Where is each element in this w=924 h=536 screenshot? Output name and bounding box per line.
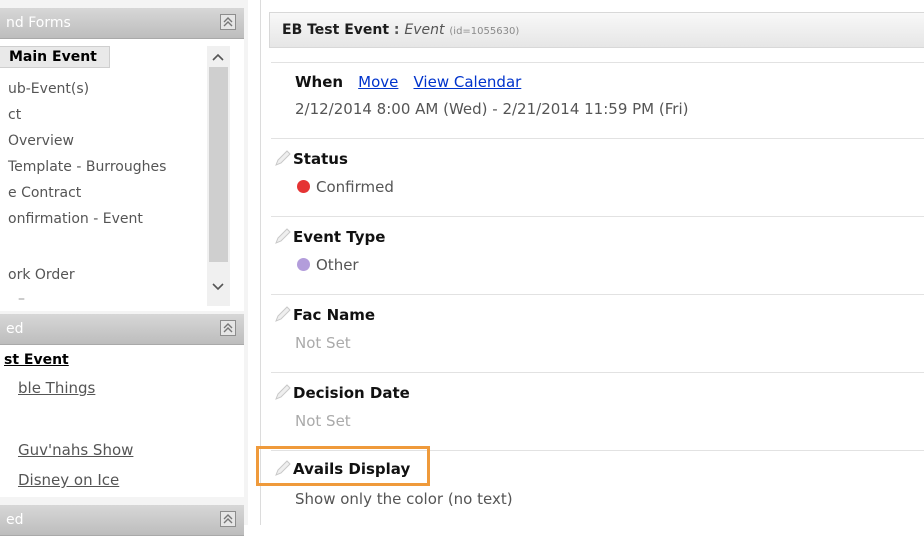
decision-date-label: Decision Date (293, 384, 410, 402)
list-item[interactable]: Template - Burroughes (8, 159, 166, 175)
event-id: (id=1055630) (449, 26, 520, 37)
event-title: EB Test Event (282, 22, 390, 38)
pencil-icon[interactable] (273, 382, 293, 402)
fac-name-label: Fac Name (293, 306, 376, 324)
when-row: When Move View Calendar (295, 72, 521, 91)
status-dot-icon (297, 180, 310, 193)
divider (271, 138, 924, 139)
pencil-icon[interactable] (273, 226, 293, 246)
event-type-text: Other (316, 256, 359, 274)
pencil-icon[interactable] (273, 148, 293, 168)
scroll-down-icon[interactable] (212, 282, 224, 292)
highlight-box (256, 446, 430, 486)
list-item[interactable]: ct (8, 107, 21, 123)
list-item-partial: – (18, 291, 25, 307)
page-title: EB Test Event : Event (id=1055630) (282, 13, 519, 49)
avails-display-value: Show only the color (no text) (295, 490, 513, 508)
sidebar: nd Forms Main Event ub-Event(s) ct Overv… (0, 0, 248, 536)
collapse-icon[interactable] (220, 14, 236, 30)
event-type-value: Other (295, 256, 359, 274)
panel-title: ed (6, 321, 24, 337)
divider (271, 216, 924, 217)
divider (271, 62, 924, 63)
list-item[interactable]: e Contract (8, 185, 81, 201)
list-item-main-event[interactable]: Main Event (0, 46, 110, 68)
divider (271, 294, 924, 295)
panel-title: ed (6, 512, 24, 528)
when-label: When (295, 73, 344, 91)
decision-date-value: Not Set (295, 412, 351, 430)
panel-body-forms: Main Event ub-Event(s) ct Overview Templ… (0, 39, 244, 311)
scroll-thumb[interactable] (209, 67, 228, 262)
event-type-label: Event Type (293, 228, 386, 246)
list-item[interactable]: Guv'nahs Show (18, 441, 133, 459)
list-item[interactable]: Disney on Ice (18, 471, 119, 489)
page-header: EB Test Event : Event (id=1055630) (269, 12, 924, 48)
fac-name-value: Not Set (295, 334, 351, 352)
list-item[interactable]: ub-Event(s) (8, 81, 89, 97)
collapse-icon[interactable] (220, 320, 236, 336)
list-item[interactable]: onfirmation - Event (8, 211, 143, 227)
move-link[interactable]: Move (358, 73, 398, 91)
scroll-up-icon[interactable] (212, 52, 224, 62)
scrollbar[interactable] (207, 46, 230, 306)
panel-title: nd Forms (6, 15, 71, 31)
pencil-icon[interactable] (273, 304, 293, 324)
list-item[interactable]: Overview (8, 133, 74, 149)
divider (271, 372, 924, 373)
event-type-dot-icon (297, 258, 310, 271)
panel-header-forms[interactable]: nd Forms (0, 8, 244, 39)
list-item[interactable]: ork Order (8, 267, 75, 283)
view-calendar-link[interactable]: View Calendar (414, 73, 522, 91)
status-value: Confirmed (295, 178, 394, 196)
panel-header-related[interactable]: ed (0, 314, 244, 345)
title-separator: : (389, 22, 405, 38)
list-item-current-event[interactable]: st Event (4, 352, 69, 368)
panel-body-related: st Event ble Things Guv'nahs Show Disney… (0, 345, 244, 497)
panel-header-third[interactable]: ed (0, 505, 244, 536)
event-type-label: Event (404, 22, 445, 38)
status-label: Status (293, 150, 348, 168)
status-text: Confirmed (316, 178, 394, 196)
date-range: 2/12/2014 8:00 AM (Wed) - 2/21/2014 11:5… (295, 100, 689, 118)
list-item[interactable]: ble Things (18, 379, 95, 397)
